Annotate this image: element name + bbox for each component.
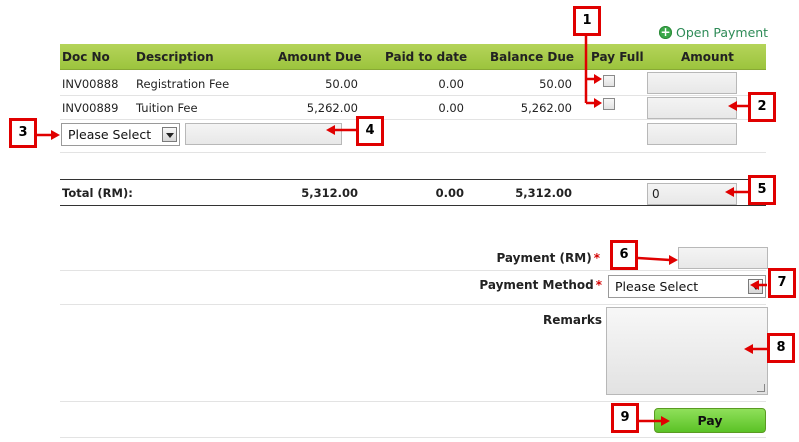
callout-1: 1 xyxy=(573,6,601,36)
callout-5: 5 xyxy=(748,175,776,205)
callout-6: 6 xyxy=(610,240,638,270)
callout-4: 4 xyxy=(356,116,384,146)
callout-8: 8 xyxy=(767,333,795,363)
callout-7: 7 xyxy=(768,268,796,298)
callout-9: 9 xyxy=(611,403,639,433)
callout-arrows xyxy=(37,33,767,426)
callout-2: 2 xyxy=(748,92,776,122)
callout-3: 3 xyxy=(9,118,37,148)
